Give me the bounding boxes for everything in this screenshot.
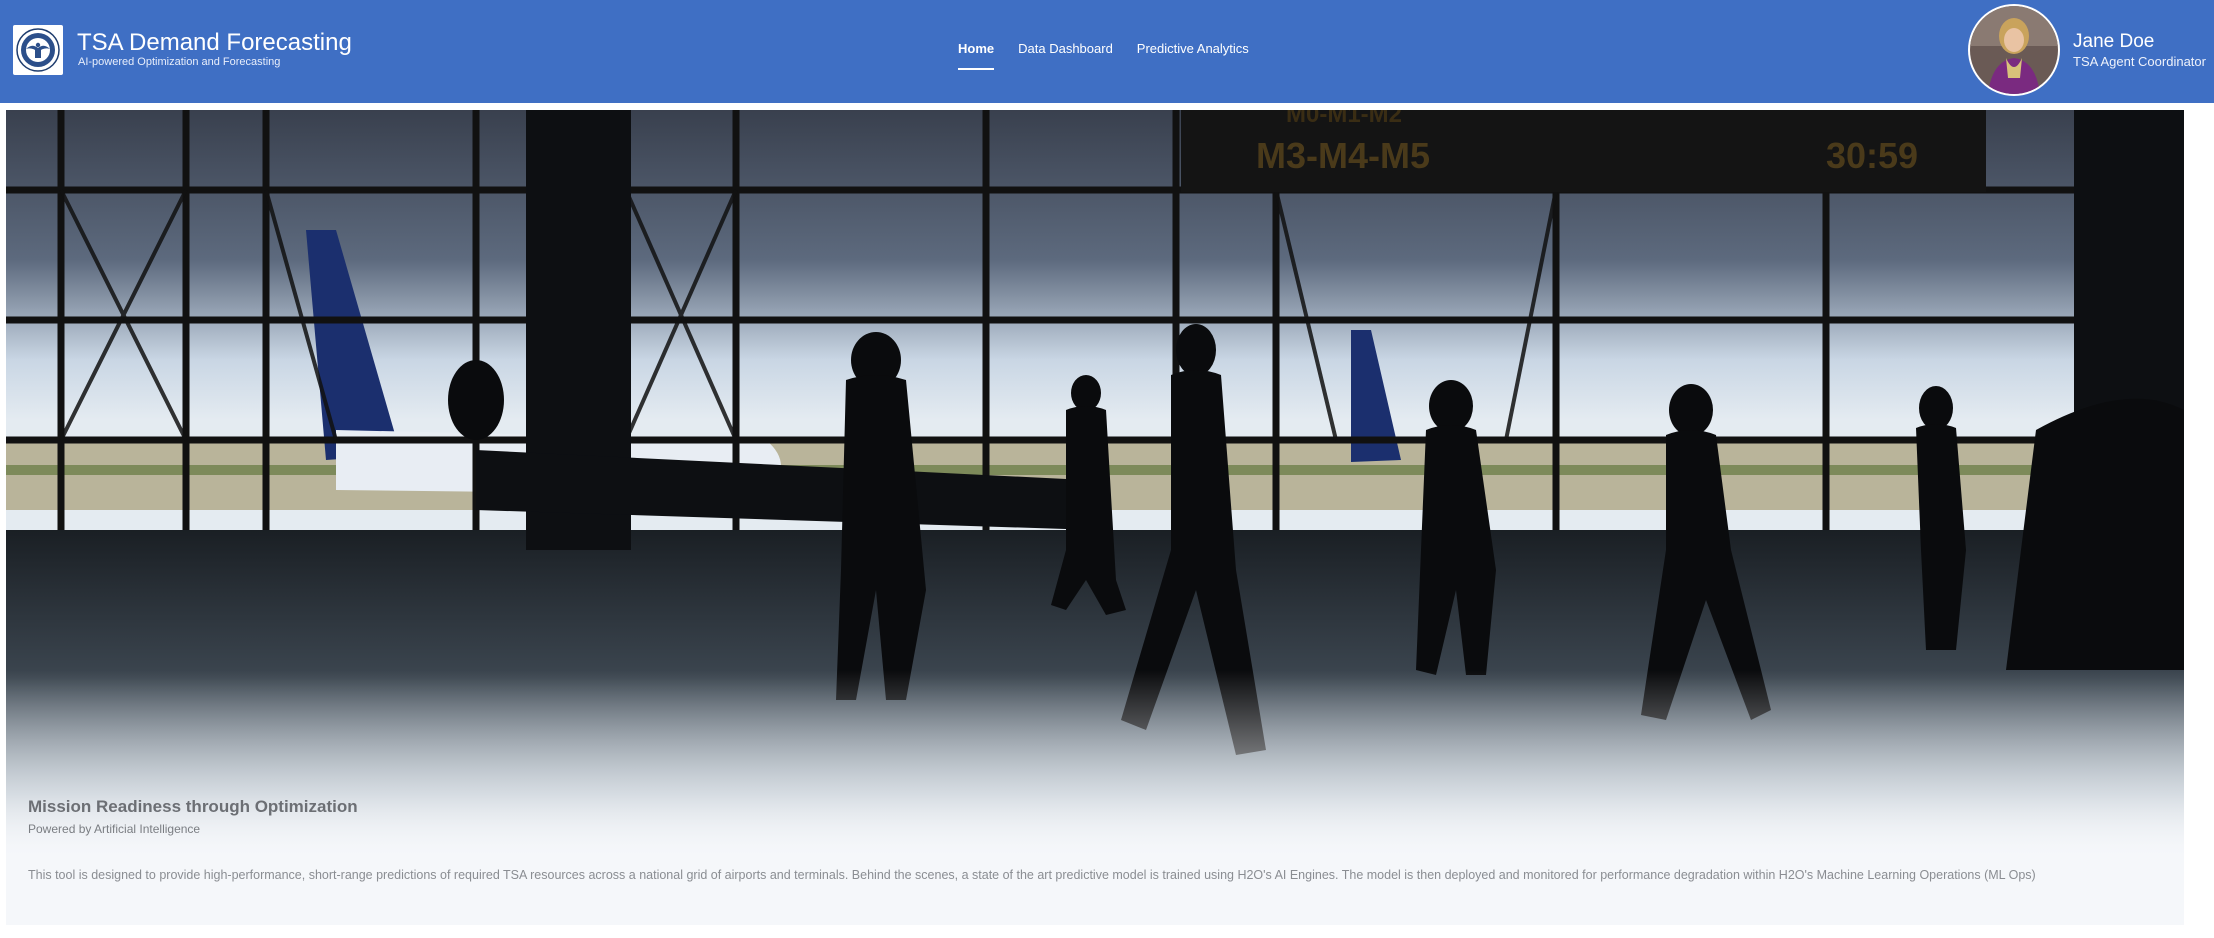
sign-top-text: M0-M1-M2 <box>1286 110 1402 128</box>
nav-data-dashboard[interactable]: Data Dashboard <box>1018 40 1113 70</box>
nav-home[interactable]: Home <box>958 40 995 70</box>
sign-time-text: 30:59 <box>1826 135 1918 176</box>
header-divider <box>0 103 2214 108</box>
hero-banner: M3-M4-M5 30:59 M0-M1-M2 Mission Readines… <box>6 110 2184 925</box>
user-role: TSA Agent Coordinator <box>2073 54 2206 69</box>
hero-title: Mission Readiness through Optimization <box>28 797 358 816</box>
hero-description: This tool is designed to provide high-pe… <box>28 868 2036 882</box>
airport-terminal-photo: M3-M4-M5 30:59 M0-M1-M2 <box>6 110 2184 860</box>
app-title: TSA Demand Forecasting <box>77 29 352 56</box>
sign-bottom-text: M3-M4-M5 <box>1256 135 1430 176</box>
hero-subtitle: Powered by Artificial Intelligence <box>28 822 201 836</box>
tsa-seal-icon[interactable] <box>13 25 63 75</box>
app-header: TSA Demand Forecasting AI-powered Optimi… <box>0 0 2214 103</box>
app-subtitle: AI-powered Optimization and Forecasting <box>78 56 281 68</box>
main-nav: Home Data Dashboard Predictive Analytics <box>958 40 1249 70</box>
user-avatar-icon[interactable] <box>1970 6 2058 94</box>
user-name: Jane Doe <box>2073 31 2155 52</box>
nav-predictive-analytics[interactable]: Predictive Analytics <box>1137 40 1249 70</box>
